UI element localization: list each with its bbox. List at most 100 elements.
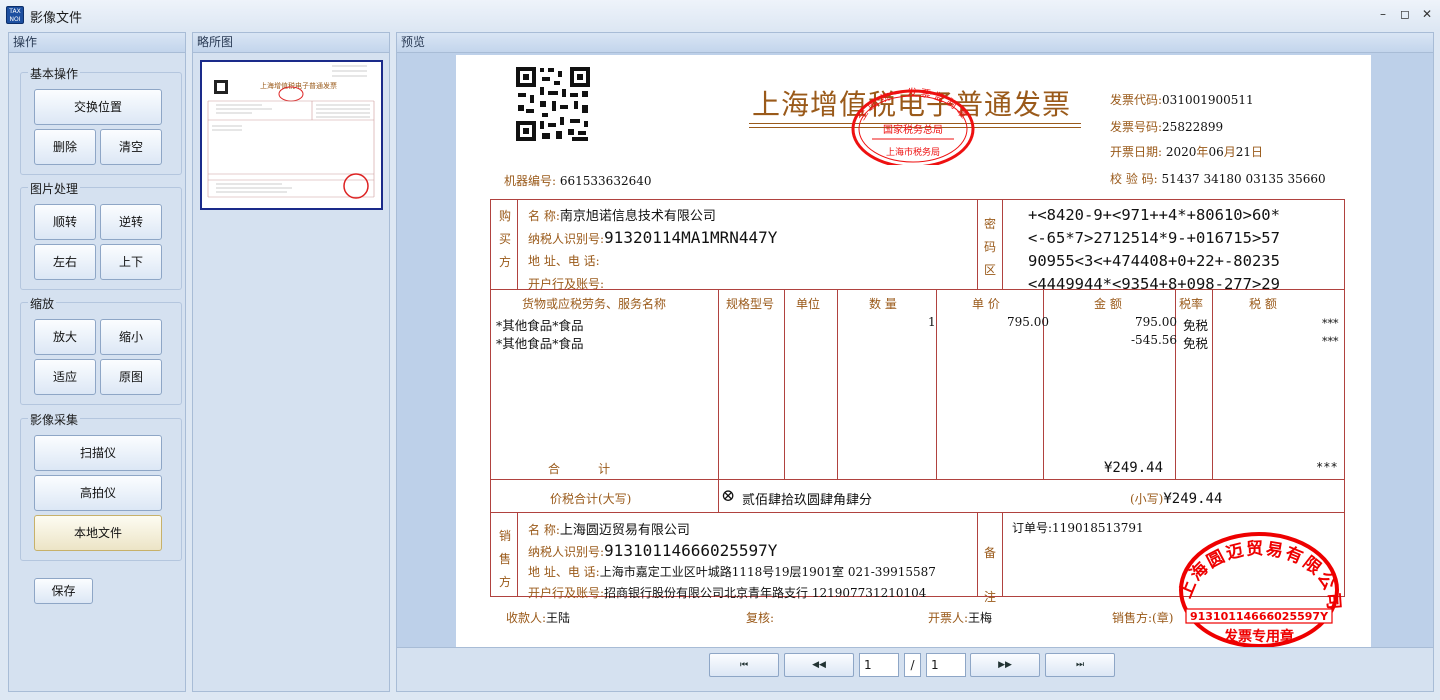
clear-button[interactable]: 清空: [100, 129, 162, 165]
issue-date: 开票日期: 2020年06月21日: [1110, 145, 1264, 159]
buyer-bank-label: 开户行及账号:: [528, 277, 605, 291]
machine-number: 661533632640: [559, 174, 652, 188]
seller-tax-id: 91310114666025597Y: [604, 541, 778, 560]
seller-sign-label: 销售方:(章): [1112, 611, 1174, 625]
header-item-name: 货物或应税劳务、服务名称: [522, 297, 667, 311]
preview-header: 预览: [397, 33, 1433, 53]
prev-page-icon: ◀◀: [812, 660, 826, 670]
svg-text:上海圆迈贸易有限公司: 上海圆迈贸易有限公司: [1176, 538, 1342, 612]
local-file-button[interactable]: 本地文件: [34, 515, 162, 551]
header-unit-price: 单 价: [972, 297, 1000, 311]
close-icon[interactable]: ✕: [1418, 5, 1436, 23]
first-page-button[interactable]: ⏮: [709, 653, 779, 677]
image-proc-label: 图片处理: [28, 180, 81, 197]
thumbnail-header: 略所图: [193, 33, 389, 53]
invoice-code: 031001900511: [1162, 93, 1254, 107]
zoom-in-button[interactable]: 放大: [34, 319, 96, 355]
svg-text:发票专用章: 发票专用章: [1223, 628, 1294, 645]
preview-panel: 预览 机器编号: 661533632640 上海增值税电子普通发票 全 国 统 …: [396, 32, 1434, 692]
delete-button[interactable]: 删除: [34, 129, 96, 165]
total-label: 合 计: [548, 462, 611, 476]
sum-in-words: 贰佰肆拾玖圆肆角肆分: [742, 493, 873, 508]
header-tax-amount: 税 额: [1249, 297, 1277, 311]
check-code: 51437 34180 03135 35660: [1161, 172, 1326, 186]
basic-ops-label: 基本操作: [28, 65, 81, 82]
svg-text:全 国 统 一 发 票 监 制 章: 全 国 统 一 发 票 监 制 章: [855, 86, 971, 123]
buyer-name-label: 名 称:: [528, 209, 560, 223]
invoice-thumbnail[interactable]: 上海增值税电子普通发票: [200, 60, 383, 210]
preview-viewport[interactable]: 机器编号: 661533632640 上海增值税电子普通发票 全 国 统 一 发…: [397, 53, 1433, 648]
check-code-label: 校 验 码:: [1110, 172, 1158, 186]
seller-name: 上海圆迈贸易有限公司: [559, 523, 690, 538]
seller-address: 上海市嘉定工业区叶城路1118号19层1901室 021-39915587: [599, 565, 936, 579]
payee-label: 收款人:: [506, 611, 547, 625]
tax-bureau-stamp: 全 国 统 一 发 票 监 制 章 国家税务总局 上海市税务局: [851, 86, 975, 165]
seller-address-label: 地 址、电 话:: [528, 565, 600, 579]
svg-text:91310114666025597Y: 91310114666025597Y: [1190, 610, 1329, 623]
zoom-label: 缩放: [28, 295, 57, 312]
remark-side-label: 备注: [984, 546, 997, 604]
buyer-tax-label: 纳税人识别号:: [528, 232, 605, 246]
invoice-code-label: 发票代码:: [1110, 93, 1163, 107]
issuer-label: 开票人:: [928, 611, 969, 625]
last-page-button[interactable]: ⏭: [1045, 653, 1115, 677]
seller-name-label: 名 称:: [528, 523, 560, 537]
operations-panel: 操作 基本操作 交换位置 删除 清空 图片处理 顺转 逆转 左右 上下 缩放 放…: [8, 32, 186, 692]
next-page-button[interactable]: ▶▶: [970, 653, 1040, 677]
app-icon: TAX NOI: [6, 6, 24, 24]
last-page-icon: ⏭: [1075, 660, 1085, 670]
header-unit: 单位: [796, 297, 821, 311]
original-size-button[interactable]: 原图: [100, 359, 162, 395]
buyer-name: 南京旭诺信息技术有限公司: [559, 209, 716, 224]
sum-lower-label: (小写): [1130, 492, 1164, 506]
restore-icon[interactable]: ◻: [1396, 5, 1414, 23]
reviewer-label: 复核:: [746, 611, 775, 625]
page-separator: /: [904, 653, 921, 677]
flip-horizontal-button[interactable]: 左右: [34, 244, 96, 280]
prev-page-button[interactable]: ◀◀: [784, 653, 854, 677]
rotate-ccw-button[interactable]: 逆转: [100, 204, 162, 240]
invoice-number-label: 发票号码:: [1110, 120, 1163, 134]
cipher-block: +<8420-9+<971++4*+80610>60* <-65*7>271251…: [1028, 206, 1280, 293]
title-bar: TAX NOI 影像文件 – ◻ ✕: [0, 0, 1440, 30]
first-page-icon: ⏮: [739, 660, 749, 670]
rotate-cw-button[interactable]: 顺转: [34, 204, 96, 240]
zoom-group: 缩放 放大 缩小 适应 原图: [20, 295, 182, 405]
swap-button[interactable]: 交换位置: [34, 89, 162, 125]
thumbnail-image: 上海增值税电子普通发票: [202, 62, 381, 208]
sum-in-figures: ¥249.44: [1163, 491, 1223, 507]
scanner-button[interactable]: 扫描仪: [34, 435, 162, 471]
svg-text:国家税务总局: 国家税务总局: [883, 123, 943, 136]
svg-text:上海市税务局: 上海市税务局: [886, 146, 940, 158]
seller-invoice-stamp: 上海圆迈贸易有限公司 91310114666025597Y 发票专用章: [1176, 532, 1342, 648]
capture-label: 影像采集: [28, 411, 81, 428]
invoice-document: 机器编号: 661533632640 上海增值税电子普通发票 全 国 统 一 发…: [456, 55, 1371, 648]
document-camera-button[interactable]: 高拍仪: [34, 475, 162, 511]
zoom-out-button[interactable]: 缩小: [100, 319, 162, 355]
seller-bank: 招商银行股份有限公司北京青年路支行 121907731210104: [604, 586, 927, 600]
flip-vertical-button[interactable]: 上下: [100, 244, 162, 280]
header-tax-rate: 税率: [1179, 297, 1204, 311]
payee-name: 王陆: [546, 611, 571, 625]
seller-side-label: 销售方: [499, 529, 512, 589]
pager-bar: ⏮ ◀◀ 1 / 1 ▶▶ ⏭: [397, 647, 1433, 690]
total-amount: ¥249.44: [1104, 460, 1164, 476]
minimize-icon[interactable]: –: [1374, 5, 1392, 23]
machine-label: 机器编号:: [504, 174, 557, 188]
operations-header: 操作: [9, 33, 185, 53]
window-title: 影像文件: [30, 11, 83, 26]
buyer-address-label: 地 址、电 话:: [528, 254, 600, 268]
capture-group: 影像采集 扫描仪 高拍仪 本地文件: [20, 411, 182, 561]
current-page-input[interactable]: 1: [859, 653, 899, 677]
seller-bank-label: 开户行及账号:: [528, 586, 605, 600]
issuer-name: 王梅: [968, 611, 993, 625]
header-quantity: 数 量: [869, 297, 897, 311]
next-page-icon: ▶▶: [998, 660, 1012, 670]
save-button[interactable]: 保存: [34, 578, 93, 604]
total-pages: 1: [926, 653, 966, 677]
buyer-tax-id: 91320114MA1MRN447Y: [604, 228, 778, 247]
invoice-number: 25822899: [1162, 120, 1224, 134]
remark-text: 订单号:119018513791: [1012, 521, 1144, 535]
buyer-side-label: 购买方: [499, 209, 512, 269]
fit-button[interactable]: 适应: [34, 359, 96, 395]
